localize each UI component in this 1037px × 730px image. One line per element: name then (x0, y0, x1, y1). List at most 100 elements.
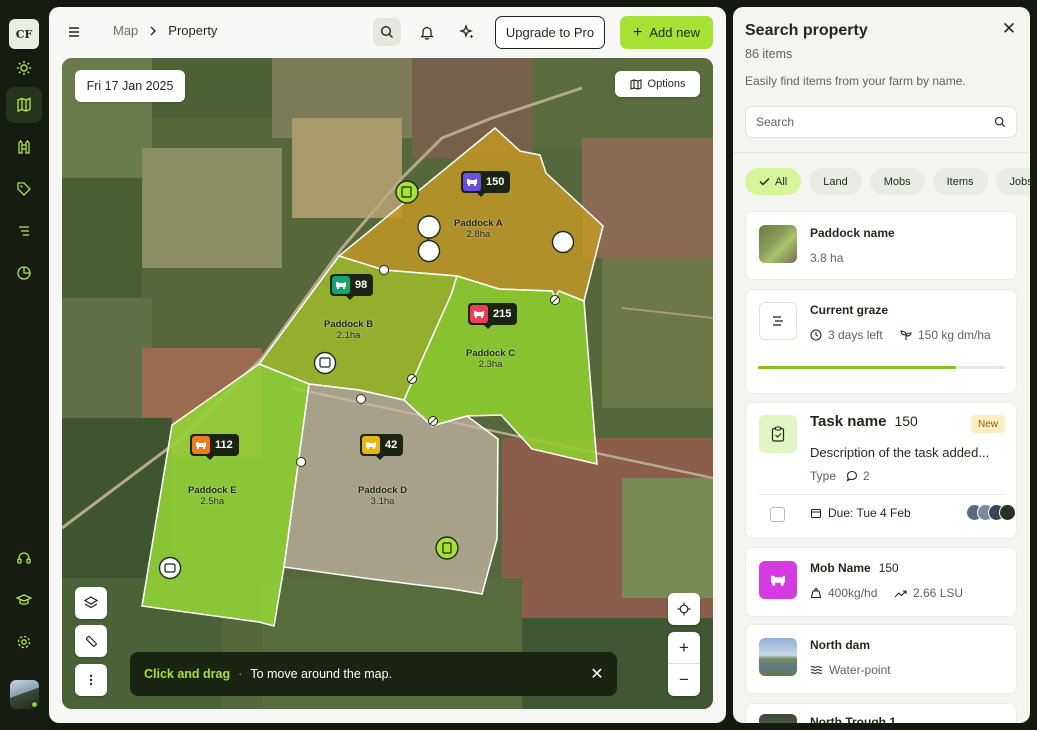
filter-mobs[interactable]: Mobs (869, 168, 925, 195)
headset-icon[interactable] (6, 540, 42, 576)
search-panel: Search property ✕ 86 items Easily find i… (733, 7, 1030, 723)
zoom-in-button[interactable]: + (668, 632, 700, 664)
list-icon[interactable] (6, 213, 42, 249)
online-status-dot (31, 701, 38, 708)
filter-jobs[interactable]: Jobs (995, 168, 1030, 195)
divider (758, 494, 1005, 495)
cow-icon (463, 173, 481, 191)
dam-thumbnail (759, 638, 797, 676)
paddock-a-label: Paddock A 2.8ha (454, 218, 503, 240)
graze-days-text: 3 days left (828, 328, 883, 342)
mob-badge[interactable]: 98 (330, 274, 374, 300)
paddock-e-label: Paddock E 2.5ha (188, 485, 237, 507)
satellite-map (62, 58, 713, 709)
measure-ruler-icon[interactable] (75, 625, 107, 657)
sparkle-icon[interactable] (453, 18, 481, 46)
upgrade-to-pro-button[interactable]: Upgrade to Pro (495, 16, 605, 49)
item-count: 86 items (745, 47, 793, 61)
sidebar: CF (0, 0, 49, 730)
mob-badge[interactable]: 150 (461, 171, 511, 197)
search-icon[interactable] (373, 18, 401, 46)
mob-badge[interactable]: 112 (190, 434, 239, 460)
avatar (999, 504, 1016, 521)
panel-title: Search property (745, 22, 868, 39)
calendar-icon (810, 508, 822, 519)
cow-icon (759, 561, 797, 599)
cow-icon (362, 436, 380, 454)
comment-icon (846, 470, 858, 482)
add-new-button[interactable]: + Add new (620, 16, 713, 49)
topbar: Map Property Upgrade to Pro + Add new (49, 7, 726, 57)
avatar[interactable] (10, 680, 39, 709)
options-label: Options (647, 78, 686, 90)
zoom-controls: + − (668, 632, 700, 696)
filter-items[interactable]: Items (932, 168, 988, 195)
paddock-card-title: Paddock name (810, 226, 895, 240)
pie-chart-icon[interactable] (6, 255, 42, 291)
plus-icon: + (633, 23, 643, 41)
cow-icon (470, 305, 488, 323)
task-count: 150 (894, 413, 918, 429)
new-badge: New (971, 415, 1006, 433)
paddock-card-area: 3.8 ha (810, 251, 844, 265)
graze-feed: 150 kg dm/ha (900, 328, 991, 342)
current-graze-card[interactable]: Current graze 3 days left 150 kg dm/ha (745, 289, 1017, 394)
trough-card[interactable]: North Trough 1 (745, 703, 1017, 723)
date-selector[interactable]: Fri 17 Jan 2025 (75, 70, 185, 102)
hamburger-menu-icon[interactable] (63, 22, 85, 42)
paddock-card[interactable]: Paddock name 3.8 ha (745, 211, 1017, 280)
filter-land[interactable]: Land (809, 168, 862, 195)
bell-icon[interactable] (413, 18, 441, 46)
tag-icon[interactable] (6, 171, 42, 207)
close-icon[interactable]: ✕ (999, 19, 1019, 39)
cow-icon (332, 276, 350, 294)
task-card[interactable]: Task name 150 New Description of the tas… (745, 402, 1017, 539)
weight-icon (810, 588, 822, 599)
mob-header: Mob Name 150 (810, 561, 899, 575)
task-meta: Type 2 (810, 469, 870, 483)
graze-progress-fill (758, 366, 956, 369)
task-due-date: Due: Tue 4 Feb (828, 506, 911, 520)
graze-title: Current graze (810, 303, 889, 317)
breadcrumb-property: Property (168, 23, 218, 38)
map-hint-toast: Click and drag · To move around the map.… (130, 652, 617, 696)
zoom-out-button[interactable]: − (668, 664, 700, 696)
water-point-card[interactable]: North dam Water-point (745, 624, 1017, 694)
task-checkbox[interactable] (770, 507, 785, 522)
sun-icon[interactable] (6, 50, 42, 86)
fence-icon[interactable] (6, 129, 42, 165)
graze-days: 3 days left (810, 328, 883, 342)
chevron-right-icon (150, 26, 157, 35)
map-options-button[interactable]: Options (615, 71, 700, 97)
clock-icon (810, 329, 822, 341)
filter-all[interactable]: All (745, 168, 802, 195)
panel-description: Easily find items from your farm by name… (745, 74, 966, 88)
breadcrumb: Map Property (113, 23, 217, 38)
mob-card[interactable]: Mob Name 150 400kg/hd 2.66 LSU (745, 547, 1017, 617)
map-icon[interactable] (6, 87, 42, 123)
settings-icon[interactable] (6, 624, 42, 660)
close-icon[interactable]: ✕ (587, 664, 607, 684)
mob-badge[interactable]: 215 (468, 303, 518, 329)
more-options-icon[interactable] (75, 664, 107, 696)
graduation-icon[interactable] (6, 582, 42, 618)
layers-icon[interactable] (75, 587, 107, 619)
task-header: Task name 150 (810, 413, 918, 430)
mob-badge[interactable]: 42 (360, 434, 404, 460)
search-input[interactable]: Search (745, 106, 1017, 138)
graze-progress-track (758, 366, 1005, 369)
clipboard-check-icon (759, 415, 797, 453)
trough-title: North Trough 1 (810, 715, 896, 723)
filter-all-label: All (775, 175, 788, 188)
locate-me-icon[interactable] (668, 593, 700, 625)
app-logo[interactable]: CF (9, 19, 39, 49)
graze-feed-text: 150 kg dm/ha (918, 328, 991, 342)
search-icon (994, 116, 1006, 128)
trough-thumbnail (759, 714, 797, 723)
farm-map[interactable]: Paddock A 2.8ha Paddock B 2.1ha Paddock C2… (62, 58, 713, 709)
task-comments-count: 2 (863, 469, 870, 483)
trend-up-icon (894, 590, 907, 598)
breadcrumb-map[interactable]: Map (113, 23, 138, 38)
mob-count: 150 (878, 561, 899, 575)
task-due: Due: Tue 4 Feb (810, 506, 911, 520)
